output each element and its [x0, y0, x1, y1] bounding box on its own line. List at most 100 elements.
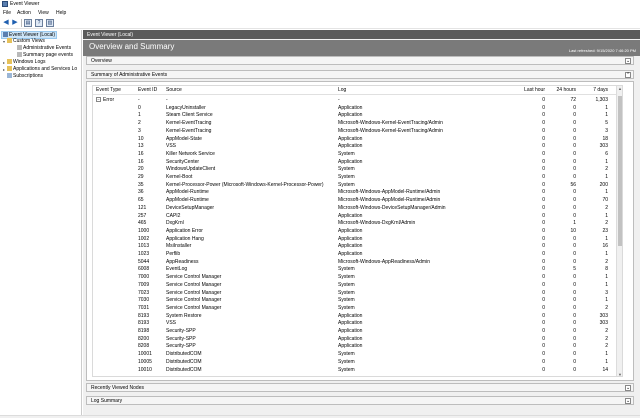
cell-source: DistributedCOM	[166, 351, 202, 358]
section-overview-label: Overview	[91, 58, 112, 64]
tree-item-applications-and-services-logs[interactable]: Applications and Services Lo	[7, 66, 77, 72]
table-row[interactable]: 121 DeviceSetupManager Microsoft-Windows-D…	[93, 204, 622, 212]
chevron-down-icon[interactable]: ⌄	[625, 58, 631, 64]
table-row[interactable]: 8198 Security-SPP Application 0 0 2	[93, 327, 622, 335]
table-row[interactable]: 6008 EventLog System 0 5 8	[93, 265, 622, 273]
cell-log: System	[338, 289, 355, 296]
table-row[interactable]: 10 AppModel-State Application 0 0 18	[93, 135, 622, 143]
table-row[interactable]: 36 AppModel-Runtime Microsoft-Windows-AppM…	[93, 188, 622, 196]
subscriptions-icon	[7, 73, 12, 78]
show-hide-action-pane-icon[interactable]: ▥	[46, 19, 54, 27]
cell-24-hours: 0	[573, 204, 576, 211]
menu-view[interactable]: View	[38, 10, 49, 16]
table-row[interactable]: 257 CAPI2 Application 0 0 1	[93, 212, 622, 220]
cell-24-hours: 0	[573, 143, 576, 150]
table-row[interactable]: 8208 Security-SPP Application 0 0 2	[93, 342, 622, 350]
menu-action[interactable]: Action	[17, 10, 31, 16]
tree-item-summary-page-events[interactable]: Summary page events	[17, 52, 73, 58]
table-row[interactable]: 7023 Service Control Manager System 0 0 3	[93, 289, 622, 297]
cell-24-hours: 0	[573, 127, 576, 134]
table-row[interactable]: 8200 Security-SPP Application 0 0 2	[93, 335, 622, 343]
section-recently-viewed-nodes[interactable]: Recently Viewed Nodes ⌄	[86, 383, 634, 392]
cell-7-days: 2	[605, 335, 608, 342]
table-row[interactable]: 2 Kernel-EventTracing Microsoft-Windows-Ke…	[93, 119, 622, 127]
table-row[interactable]: 10005 DistributedCOM System 0 0 1	[93, 358, 622, 366]
table-row[interactable]: 10010 DistributedCOM System 0 0 14	[93, 366, 622, 374]
cell-24-hours: 0	[573, 281, 576, 288]
scrollbar-thumb[interactable]	[618, 96, 622, 246]
cell-log: Application	[338, 328, 363, 334]
expand-arrow-icon[interactable]: ▸	[3, 60, 5, 65]
cell-source: Steam Client Service	[166, 112, 213, 119]
table-row[interactable]: 465 DxgKrnl Microsoft-Windows-DxgKrnl/Admi…	[93, 219, 622, 227]
table-header: Event Type Event ID Source Log Last hour…	[93, 86, 622, 95]
group-row-error[interactable]: − Error - - - 0 72 1,303	[93, 96, 622, 104]
column-header-7-days[interactable]: 7 days	[573, 87, 608, 93]
table-row[interactable]: 7030 Service Control Manager System 0 0 1	[93, 296, 622, 304]
tree-item-custom-views[interactable]: Custom Views	[7, 38, 45, 44]
cell-24-hours: 1	[573, 220, 576, 227]
table-row[interactable]: 1 Steam Client Service Application 0 0 1	[93, 111, 622, 119]
cell-24-hours: 0	[573, 274, 576, 281]
column-header-event-type[interactable]: Event Type	[96, 87, 121, 93]
table-row[interactable]: 7031 Service Control Manager System 0 0 2	[93, 304, 622, 312]
table-row[interactable]: 13 VSS Application 0 0 303	[93, 142, 622, 150]
table-row[interactable]: 29 Kernel-Boot System 0 0 1	[93, 173, 622, 181]
table-row[interactable]: 3 Kernel-EventTracing Microsoft-Windows-Ke…	[93, 127, 622, 135]
table-row[interactable]: 5044 AppReadiness Microsoft-Windows-AppRea…	[93, 258, 622, 266]
cell-source: System Restore	[166, 312, 202, 319]
table-row[interactable]: 10001 DistributedCOM System 0 0 1	[93, 350, 622, 358]
scroll-up-icon[interactable]: ▲	[617, 86, 622, 92]
table-row[interactable]: 20 WindowsUpdateClient System 0 0 2	[93, 165, 622, 173]
column-header-24-hours[interactable]: 24 hours	[538, 87, 576, 93]
table-row[interactable]: 65 AppModel-Runtime Microsoft-Windows-AppM…	[93, 196, 622, 204]
menu-help[interactable]: Help	[56, 10, 66, 16]
section-overview[interactable]: Overview ⌄	[86, 56, 634, 65]
table-row[interactable]: 0 LegacyUninstaller Application 0 0 1	[93, 104, 622, 112]
show-hide-console-tree-icon[interactable]: ▤	[24, 19, 32, 27]
cell-24-hours: 0	[573, 135, 576, 142]
cell-event-id: 7030	[138, 297, 150, 304]
table-row[interactable]: 16 SecurityCenter Application 0 0 1	[93, 158, 622, 166]
table-row[interactable]: 7009 Service Control Manager System 0 0 1	[93, 281, 622, 289]
table-row[interactable]: 8193 System Restore Application 0 0 303	[93, 312, 622, 320]
section-summary-administrative-events[interactable]: Summary of Administrative Events ⌃	[86, 70, 634, 79]
column-header-log[interactable]: Log	[338, 87, 346, 93]
table-row[interactable]: 8193 VSS Application 0 0 303	[93, 319, 622, 327]
table-row[interactable]: 1023 Perflib Application 0 0 1	[93, 250, 622, 258]
chevron-down-icon[interactable]: ⌄	[625, 398, 631, 404]
table-row[interactable]: 1013 MsiInstaller Application 0 0 16	[93, 242, 622, 250]
collapse-arrow-icon[interactable]: ▾	[3, 39, 5, 44]
cell-log: Application	[338, 143, 363, 150]
table-row[interactable]: 1002 Application Hang Application 0 0 1	[93, 235, 622, 243]
cell-source: Application Error	[166, 227, 203, 234]
expand-arrow-icon[interactable]: ▸	[3, 67, 5, 72]
cell-event-id: 7023	[138, 289, 150, 296]
table-row[interactable]: 35 Kernel-Processor-Power (Microsoft-Wind…	[93, 181, 622, 189]
scroll-down-icon[interactable]: ▼	[617, 372, 622, 376]
tree-item-subscriptions[interactable]: Subscriptions	[7, 73, 43, 79]
table-row[interactable]: 16 Killer Network Service System 0 0 6	[93, 150, 622, 158]
tree-item-administrative-events[interactable]: Administrative Events	[17, 45, 71, 51]
help-icon[interactable]: ?	[35, 19, 43, 27]
cell-source: SecurityCenter	[166, 158, 200, 165]
collapse-group-icon[interactable]: −	[96, 97, 101, 102]
cell-7-days: 1	[605, 158, 608, 165]
table-row[interactable]: 1000 Application Error Application 0 10 23	[93, 227, 622, 235]
cell-event-id: 16	[138, 158, 144, 165]
forward-arrow-icon[interactable]: ▶	[11, 19, 19, 27]
cell-log: System	[338, 181, 355, 188]
menu-file[interactable]: File	[3, 10, 11, 16]
back-arrow-icon[interactable]: ◀	[2, 19, 10, 27]
chevron-down-icon[interactable]: ⌄	[625, 385, 631, 391]
column-header-event-id[interactable]: Event ID	[138, 87, 157, 93]
cell-24-hours: 0	[573, 158, 576, 165]
table-row[interactable]: 7000 Service Control Manager System 0 0 1	[93, 273, 622, 281]
vertical-scrollbar[interactable]: ▲ ▼	[616, 86, 622, 376]
tree-item-windows-logs[interactable]: Windows Logs	[7, 59, 46, 65]
section-log-summary[interactable]: Log Summary ⌄	[86, 396, 634, 405]
chevron-up-icon[interactable]: ⌃	[625, 72, 631, 78]
cell-24-hours: 0	[573, 312, 576, 319]
cell-source: LegacyUninstaller	[166, 104, 206, 111]
column-header-source[interactable]: Source	[166, 87, 182, 93]
